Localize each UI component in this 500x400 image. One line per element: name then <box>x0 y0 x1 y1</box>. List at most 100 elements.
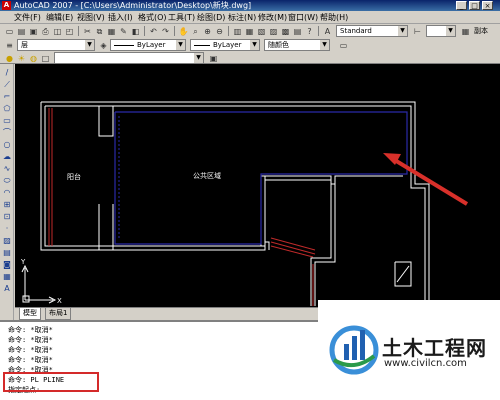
make-block-icon[interactable]: ⊡ <box>2 212 12 222</box>
watermark-url: www.civilcn.com <box>384 358 467 369</box>
new-file-icon[interactable]: ▭ <box>4 26 15 37</box>
command-history-line: 命令: *取消* <box>8 326 53 334</box>
layer-state-select[interactable]: ▼ <box>54 52 204 64</box>
polyline-icon[interactable]: ⌐ <box>2 92 12 102</box>
watermark-logo <box>329 325 379 375</box>
menu-help[interactable]: 帮助(H) <box>320 11 348 24</box>
layer-lock-icon[interactable]: ◍ <box>28 53 39 64</box>
undo-icon[interactable]: ↶ <box>148 26 159 37</box>
plot-style-icon[interactable]: ▭ <box>338 40 349 51</box>
design-center-icon[interactable]: ▦ <box>244 26 255 37</box>
tab-model[interactable]: 模型 <box>19 308 41 320</box>
layer-color-icon[interactable]: □ <box>40 53 51 64</box>
layer-state-toolbar: ● ☀ ◍ □ ▼ ▣ <box>0 52 500 64</box>
arc-icon[interactable]: ⌒ <box>2 128 12 138</box>
save-icon[interactable]: ▣ <box>28 26 39 37</box>
line-icon[interactable]: / <box>2 68 12 78</box>
spline-icon[interactable]: ∿ <box>2 164 12 174</box>
redo-icon[interactable]: ↷ <box>160 26 171 37</box>
pan-icon[interactable]: ✋ <box>178 26 189 37</box>
publish-icon[interactable]: ◰ <box>64 26 75 37</box>
table-icon[interactable]: ▦ <box>2 272 12 282</box>
red-hatch-lines <box>48 108 316 306</box>
standard-toolbar: ▭ ▤ ▣ ⎙ ◫ ◰ ✂ ⧉ ▦ ✎ ◧ ↶ ↷ ✋ ⌕ ⊕ ⊖ ▥ ▦ ▧ … <box>0 24 500 38</box>
quickcalc-icon[interactable]: ▤ <box>292 26 303 37</box>
ellipse-arc-icon[interactable]: ◠ <box>2 188 12 198</box>
copy-icon[interactable]: ⧉ <box>94 26 105 37</box>
linetype-select[interactable]: ByLayer ▼ <box>110 39 186 51</box>
close-button[interactable]: × <box>482 1 493 10</box>
paste-icon[interactable]: ▦ <box>106 26 117 37</box>
window-title: AutoCAD 2007 - [C:\Users\Administrator\D… <box>14 1 252 10</box>
watermark-title: 土木工程网 <box>382 336 487 360</box>
zoom-previous-icon[interactable]: ⊖ <box>214 26 225 37</box>
table-style-icon[interactable]: ▦ <box>460 26 471 37</box>
construction-line-icon[interactable]: ⟋ <box>2 80 12 90</box>
make-current-layer-icon[interactable]: ◈ <box>98 40 109 51</box>
cut-icon[interactable]: ✂ <box>82 26 93 37</box>
markup-icon[interactable]: ▩ <box>280 26 291 37</box>
menu-draw[interactable]: 绘图(D) <box>197 11 225 24</box>
menu-format[interactable]: 格式(O) <box>138 11 167 24</box>
block-editor-icon[interactable]: ◧ <box>130 26 141 37</box>
tool-palettes-icon[interactable]: ▧ <box>256 26 267 37</box>
room-label-balcony: 阳台 <box>67 172 81 181</box>
menu-dimension[interactable]: 标注(N) <box>228 11 256 24</box>
layer-select[interactable]: 层 ▼ <box>17 39 95 51</box>
dimension-style-icon[interactable]: ⊢ <box>412 26 423 37</box>
menu-edit[interactable]: 编辑(E) <box>46 11 73 24</box>
command-highlight-box <box>3 372 99 392</box>
color-select[interactable]: 随颜色 ▼ <box>264 39 330 51</box>
menu-window[interactable]: 窗口(W) <box>288 11 318 24</box>
text-style-icon[interactable]: A <box>322 26 333 37</box>
menu-view[interactable]: 视图(V) <box>77 11 105 24</box>
draw-toolbar: / ⟋ ⌐ ⬠ ▭ ⌒ ○ ☁ ∿ ⬭ ◠ ⊞ ⊡ · ▨ ▤ ◙ ▦ A <box>0 64 14 320</box>
text-style-select[interactable]: Standard ▼ <box>336 25 408 37</box>
hatch-icon[interactable]: ▨ <box>2 236 12 246</box>
ucs-icon <box>21 264 57 304</box>
ucs-x-label: X <box>57 297 62 305</box>
tab-layout1[interactable]: 布局1 <box>45 308 72 320</box>
match-properties-icon[interactable]: ✎ <box>118 26 129 37</box>
polyline-boundary[interactable] <box>114 111 408 245</box>
circle-icon[interactable]: ○ <box>2 140 12 150</box>
layer-manager-icon[interactable]: ≡ <box>4 40 15 51</box>
open-file-icon[interactable]: ▤ <box>16 26 27 37</box>
preview-icon[interactable]: ◫ <box>52 26 63 37</box>
minimize-button[interactable]: _ <box>456 1 467 10</box>
point-icon[interactable]: · <box>2 224 12 234</box>
layers-toolbar: ≡ 层 ▼ ◈ ByLayer ▼ ByLayer ▼ 随颜色 ▼ ▭ <box>0 38 500 52</box>
lineweight-select[interactable]: ByLayer ▼ <box>190 39 260 51</box>
layer-on-icon[interactable]: ● <box>4 53 15 64</box>
zoom-realtime-icon[interactable]: ⌕ <box>190 26 201 37</box>
menu-modify[interactable]: 修改(M) <box>258 11 287 24</box>
toolbar-copy-label[interactable]: 副本 <box>474 24 488 38</box>
layer-freeze-icon[interactable]: ☀ <box>16 53 27 64</box>
ellipse-icon[interactable]: ⬭ <box>2 176 12 186</box>
rectangle-icon[interactable]: ▭ <box>2 116 12 126</box>
zoom-window-icon[interactable]: ⊕ <box>202 26 213 37</box>
command-history-line: 命令: *取消* <box>8 346 53 354</box>
gradient-icon[interactable]: ▤ <box>2 248 12 258</box>
drawing-area[interactable]: 阳台 公共区域 Y X <box>15 64 500 307</box>
menu-file[interactable]: 文件(F) <box>14 11 41 24</box>
command-history-line: 命令: *取消* <box>8 336 53 344</box>
menu-tools[interactable]: 工具(T) <box>168 11 195 24</box>
watermark: 土木工程网 www.civilcn.com <box>318 300 500 400</box>
revision-cloud-icon[interactable]: ☁ <box>2 152 12 162</box>
dimension-style-select[interactable]: ▼ <box>426 25 456 37</box>
menu-bar: 文件(F) 编辑(E) 视图(V) 插入(I) 格式(O) 工具(T) 绘图(D… <box>0 11 500 24</box>
print-icon[interactable]: ⎙ <box>40 26 51 37</box>
properties-icon[interactable]: ▥ <box>232 26 243 37</box>
autocad-app-icon[interactable]: A <box>2 1 11 10</box>
layer-previous-icon[interactable]: ▣ <box>208 53 219 64</box>
maximize-button[interactable]: □ <box>469 1 480 10</box>
polygon-icon[interactable]: ⬠ <box>2 104 12 114</box>
sheet-set-icon[interactable]: ▨ <box>268 26 279 37</box>
region-icon[interactable]: ◙ <box>2 260 12 270</box>
multiline-text-icon[interactable]: A <box>2 284 12 294</box>
ucs-y-label: Y <box>20 258 26 266</box>
help-icon[interactable]: ? <box>304 26 315 37</box>
insert-block-icon[interactable]: ⊞ <box>2 200 12 210</box>
menu-insert[interactable]: 插入(I) <box>108 11 133 24</box>
